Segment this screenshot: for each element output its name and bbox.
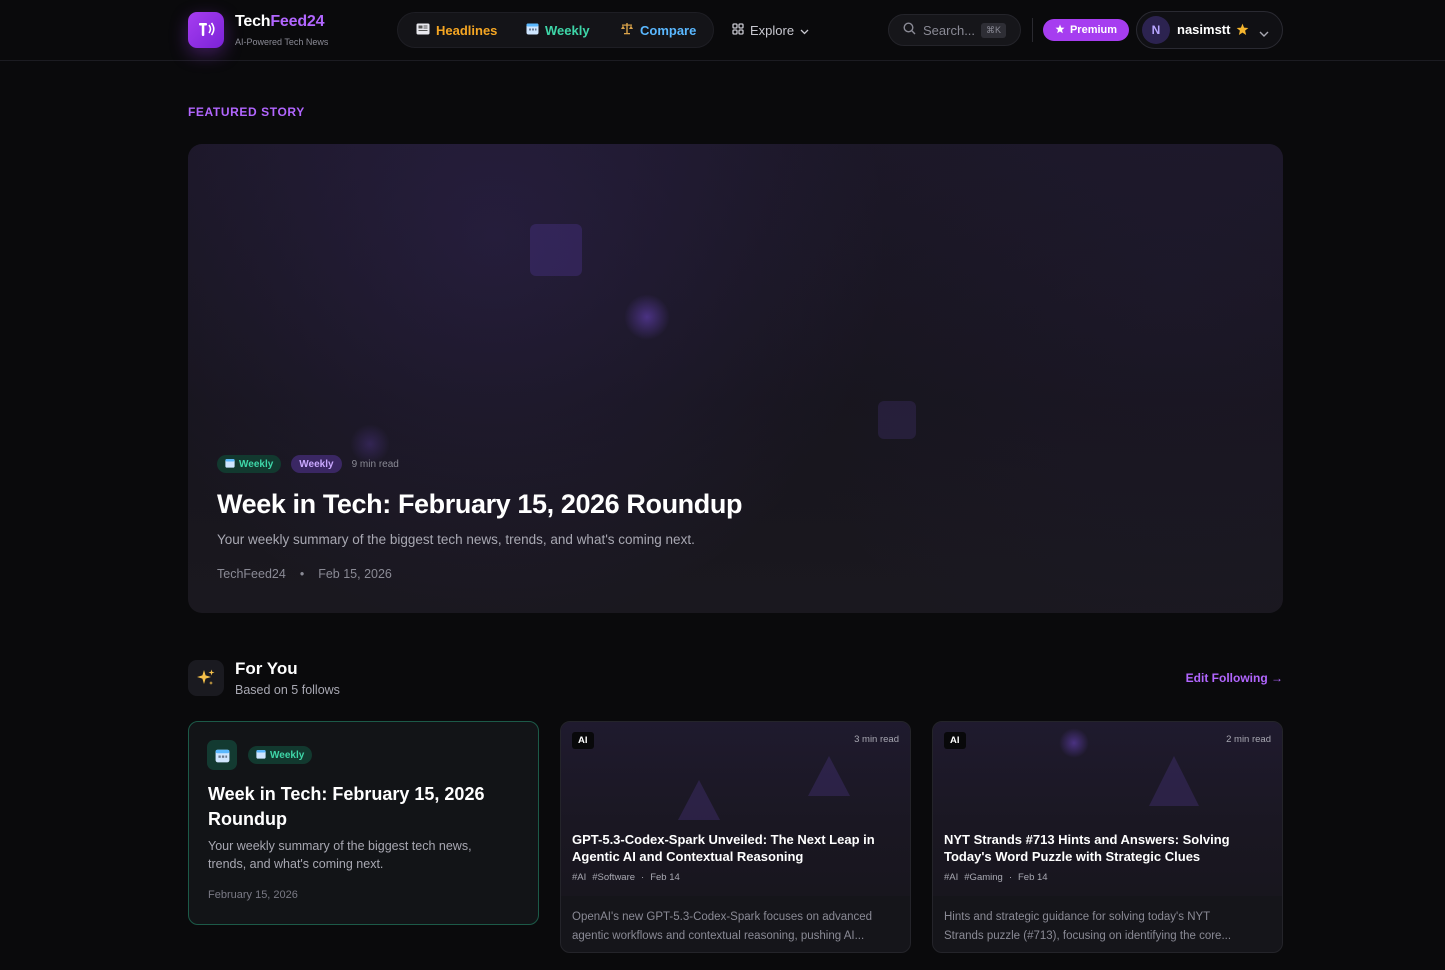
story-card-title[interactable]: Week in Tech: February 15, 2026 Roundup <box>208 782 518 832</box>
story-card-date: Feb 14 <box>650 872 680 883</box>
decorative-square <box>530 224 582 276</box>
read-time: 3 min read <box>854 734 899 745</box>
nav-compare[interactable]: Compare <box>620 13 696 47</box>
for-you-subtitle: Based on 5 follows <box>235 683 340 697</box>
featured-meta: TechFeed24 • Feb 15, 2026 <box>217 567 392 581</box>
story-card-meta: #AI #Software · Feb 14 <box>572 872 680 883</box>
chevron-down-icon <box>1259 25 1269 43</box>
featured-title[interactable]: Week in Tech: February 15, 2026 Roundup <box>217 489 742 520</box>
meta-separator: • <box>299 567 305 581</box>
premium-button[interactable]: Premium <box>1043 19 1129 41</box>
decorative-triangle <box>808 756 850 796</box>
primary-nav: Headlines Weekly Compare <box>397 12 714 48</box>
story-card[interactable]: AI 2 min read NYT Strands #713 Hints and… <box>932 721 1283 953</box>
brand-name-part2: Feed24 <box>270 13 325 30</box>
story-card-thumbnail <box>561 722 910 896</box>
story-card-description: Hints and strategic guidance for solving… <box>944 911 1211 923</box>
category-tag[interactable]: AI <box>944 732 966 749</box>
sparkles-icon <box>188 660 224 696</box>
for-you-title: For You <box>235 659 298 678</box>
calendar-icon <box>526 22 539 38</box>
nav-headlines[interactable]: Headlines <box>416 13 497 47</box>
nav-weekly[interactable]: Weekly <box>526 13 590 47</box>
story-card-thumbnail <box>933 722 1282 896</box>
story-card[interactable]: Weekly Week in Tech: February 15, 2026 R… <box>188 721 539 925</box>
chevron-down-icon <box>800 23 809 38</box>
premium-label: Premium <box>1069 24 1118 36</box>
calendar-icon <box>225 458 235 471</box>
calendar-icon <box>207 740 237 770</box>
techfeed-logo-icon[interactable] <box>188 12 224 48</box>
category-tag[interactable]: AI <box>572 732 594 749</box>
user-menu[interactable]: N nasimstt <box>1136 11 1283 49</box>
explore-menu[interactable]: Explore <box>732 12 809 48</box>
featured-badges: Weekly Weekly 9 min read <box>217 455 399 473</box>
search-placeholder: Search... <box>923 22 976 38</box>
decorative-square <box>878 401 916 439</box>
search-box[interactable]: Search... ⌘K <box>888 14 1021 46</box>
star-icon <box>1055 24 1065 37</box>
star-icon <box>1236 23 1249 41</box>
username: nasimstt <box>1177 22 1231 37</box>
avatar: N <box>1142 16 1170 44</box>
featured-story-card[interactable]: Weekly Weekly 9 min read Week in Tech: F… <box>188 144 1283 613</box>
hashtag[interactable]: #AI <box>572 872 586 883</box>
brand-name-part1: Tech <box>235 13 271 30</box>
read-time: 2 min read <box>1226 734 1271 745</box>
weekly-badge-label: Weekly <box>270 749 305 761</box>
featured-description: Your weekly summary of the biggest tech … <box>217 532 695 547</box>
decorative-dot <box>1059 728 1089 758</box>
nav-compare-label: Compare <box>640 22 697 38</box>
top-navbar: TechFeed24 AI-Powered Tech News Headline… <box>0 0 1445 61</box>
search-shortcut: ⌘K <box>980 23 1006 38</box>
story-card[interactable]: AI 3 min read GPT-5.3-Codex-Spark Unveil… <box>560 721 911 953</box>
decorative-triangle <box>1149 756 1199 806</box>
meta-dot: · <box>1008 872 1012 883</box>
weekly-category-badge[interactable]: Weekly <box>291 455 342 473</box>
weekly-badge[interactable]: Weekly <box>217 455 282 473</box>
hashtag[interactable]: #Gaming <box>964 872 1003 883</box>
read-time: 9 min read <box>351 458 399 470</box>
story-card-meta: #AI #Gaming · Feb 14 <box>944 872 1048 883</box>
weekly-badge[interactable]: Weekly <box>248 746 313 764</box>
weekly-badge-label: Weekly <box>239 458 274 470</box>
decorative-triangle <box>678 780 720 820</box>
header-divider <box>1032 18 1033 42</box>
explore-label: Explore <box>750 22 795 38</box>
grid-icon <box>732 22 744 38</box>
featured-date: Feb 15, 2026 <box>318 567 392 581</box>
edit-following-link[interactable]: Edit Following → <box>1186 671 1283 685</box>
story-card-date: February 15, 2026 <box>208 889 298 901</box>
hashtag[interactable]: #Software <box>592 872 635 883</box>
brand-name[interactable]: TechFeed24 <box>235 13 325 31</box>
story-card-title[interactable]: NYT Strands #713 Hints and Answers: Solv… <box>944 831 1274 865</box>
story-card-description: OpenAI's new GPT-5.3-Codex-Spark focuses… <box>572 911 873 923</box>
story-card-date: Feb 14 <box>1018 872 1048 883</box>
hashtag[interactable]: #AI <box>944 872 958 883</box>
featured-section-label: FEATURED STORY <box>188 105 305 119</box>
meta-dot: · <box>641 872 645 883</box>
story-card-description: agentic workflows and contextual reasoni… <box>572 930 865 942</box>
scales-icon <box>620 22 634 38</box>
brand-tagline: AI-Powered Tech News <box>235 37 329 47</box>
nav-headlines-label: Headlines <box>436 22 498 38</box>
nav-weekly-label: Weekly <box>545 22 590 38</box>
search-icon <box>903 22 916 38</box>
story-card-description: Your weekly summary of the biggest tech … <box>208 839 472 871</box>
newspaper-icon <box>416 23 430 38</box>
calendar-icon <box>256 749 266 762</box>
story-card-description: Strands puzzle (#713), focusing on ident… <box>944 930 1232 942</box>
featured-source: TechFeed24 <box>217 567 286 581</box>
decorative-dot <box>624 294 670 340</box>
story-card-title[interactable]: GPT-5.3-Codex-Spark Unveiled: The Next L… <box>572 831 902 865</box>
